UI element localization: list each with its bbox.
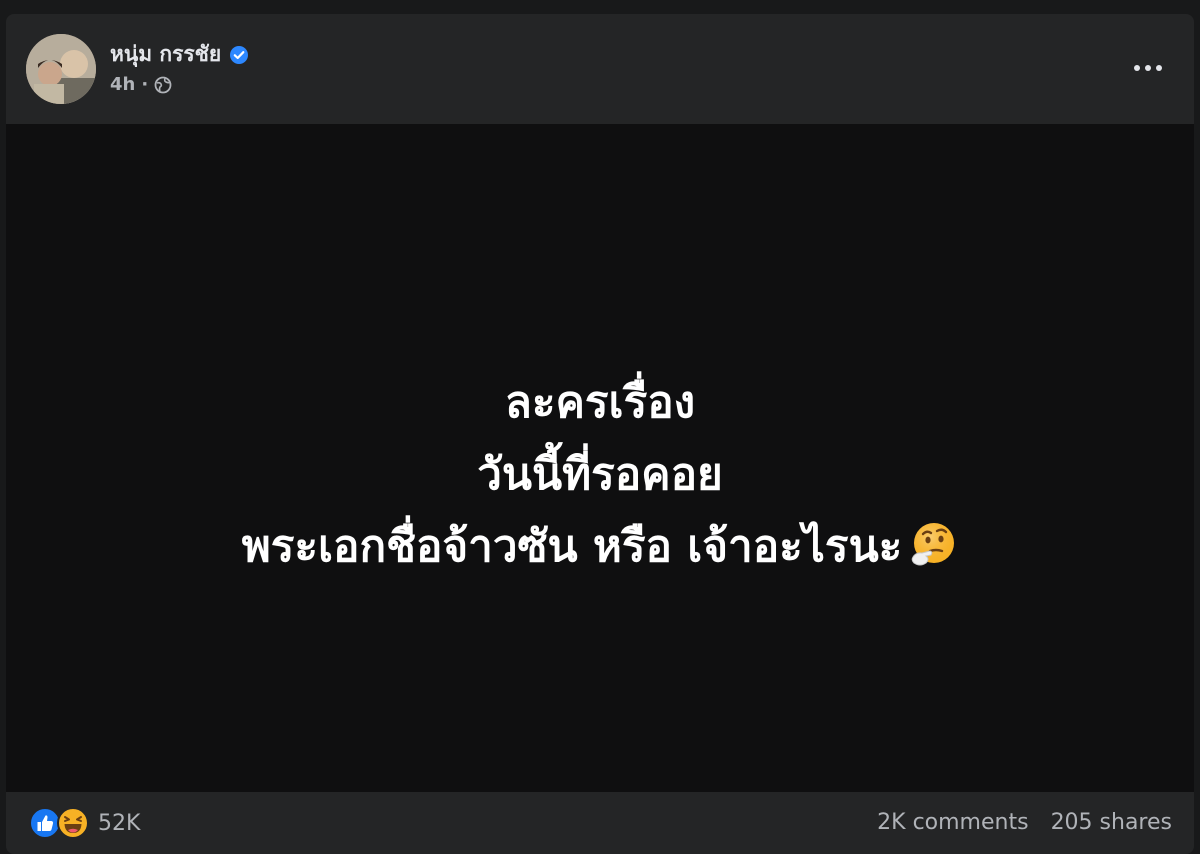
more-options-dot bbox=[1156, 65, 1162, 71]
haha-reaction-icon bbox=[56, 806, 90, 840]
media-caption: ละครเรื่อง วันนี้ที่รอคอย พระเอกชื่อจ้าว… bbox=[6, 367, 1194, 583]
media-line-3-wrap: พระเอกชื่อจ้าวซัน หรือ เจ้าอะไรนะ bbox=[6, 511, 1194, 583]
author-name[interactable]: หนุ่ม กรรชัย bbox=[110, 38, 221, 71]
author-avatar[interactable] bbox=[26, 34, 96, 104]
post-footer: 52K 2K comments 205 shares bbox=[6, 792, 1194, 854]
shares-count-link[interactable]: 205 shares bbox=[1051, 810, 1172, 835]
more-options-icon bbox=[1134, 65, 1140, 71]
meta-separator: · bbox=[141, 74, 149, 95]
post-time[interactable]: 4h bbox=[110, 74, 135, 95]
reaction-count: 52K bbox=[98, 810, 141, 836]
more-options-dot bbox=[1145, 65, 1151, 71]
thinking-face-icon bbox=[908, 519, 958, 569]
comments-count-link[interactable]: 2K comments bbox=[877, 810, 1028, 835]
engagement-stats: 2K comments 205 shares bbox=[877, 810, 1172, 835]
media-line-2: วันนี้ที่รอคอย bbox=[477, 449, 723, 500]
post-header: หนุ่ม กรรชัย 4h · bbox=[6, 14, 1194, 124]
post-media[interactable]: ละครเรื่อง วันนี้ที่รอคอย พระเอกชื่อจ้าว… bbox=[6, 124, 1194, 792]
media-line-3: พระเอกชื่อจ้าวซัน หรือ เจ้าอะไรนะ bbox=[241, 521, 903, 572]
reactions-summary[interactable]: 52K bbox=[28, 806, 140, 840]
verified-badge-icon bbox=[229, 45, 249, 65]
media-line-1: ละครเรื่อง bbox=[504, 377, 696, 428]
more-options-button[interactable] bbox=[1128, 50, 1168, 86]
post-card: หนุ่ม กรรชัย 4h · ละครเรื่อง วันนี้ที่รอ… bbox=[6, 14, 1194, 854]
globe-icon[interactable] bbox=[154, 76, 172, 94]
